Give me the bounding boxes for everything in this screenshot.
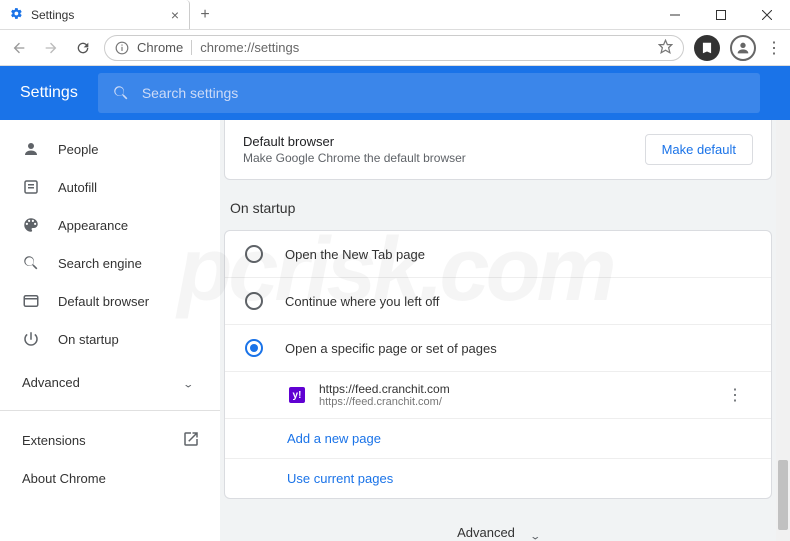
- sidebar-advanced[interactable]: Advanced ⌃: [0, 366, 220, 404]
- address-bar: Chrome chrome://settings ⋮: [0, 30, 790, 66]
- reload-button[interactable]: [72, 40, 94, 56]
- window-controls: [652, 0, 790, 29]
- sidebar-item-people[interactable]: People: [0, 130, 220, 168]
- external-link-icon: [182, 430, 200, 451]
- sidebar-item-label: Appearance: [58, 218, 220, 233]
- url-text: chrome://settings: [200, 40, 299, 55]
- use-current-pages-link[interactable]: Use current pages: [225, 459, 771, 498]
- startup-option-newtab[interactable]: Open the New Tab page: [225, 231, 771, 278]
- forward-button[interactable]: [40, 40, 62, 56]
- advanced-label: Advanced: [457, 525, 515, 540]
- more-options-icon[interactable]: ⋮: [727, 385, 743, 405]
- sidebar-item-label: Search engine: [58, 256, 220, 271]
- sidebar-item-autofill[interactable]: Autofill: [0, 168, 220, 206]
- extension-icon[interactable]: [694, 35, 720, 61]
- sidebar-item-label: Autofill: [58, 180, 220, 195]
- window-titlebar: Settings × +: [0, 0, 790, 30]
- bookmark-star-icon[interactable]: [658, 39, 673, 57]
- search-icon: [22, 254, 40, 272]
- sidebar-item-label: Default browser: [58, 294, 220, 309]
- option-label: Open a specific page or set of pages: [285, 341, 497, 356]
- chevron-down-icon: ⌃: [182, 377, 194, 388]
- sidebar-item-label: Extensions: [22, 433, 164, 448]
- sidebar-item-label: People: [58, 142, 220, 157]
- startup-option-specific[interactable]: Open a specific page or set of pages: [225, 325, 771, 372]
- sidebar-item-label: Advanced: [22, 375, 166, 390]
- site-info-icon: [115, 41, 129, 55]
- browser-menu-icon[interactable]: ⋮: [766, 38, 782, 58]
- close-window-button[interactable]: [744, 0, 790, 29]
- autofill-icon: [22, 178, 40, 196]
- scrollbar-thumb[interactable]: [778, 460, 788, 530]
- default-browser-card: Default browser Make Google Chrome the d…: [224, 120, 772, 180]
- settings-sidebar: People Autofill Appearance Search engine…: [0, 120, 220, 541]
- gear-icon: [10, 7, 23, 23]
- search-placeholder: Search settings: [142, 85, 239, 101]
- advanced-footer[interactable]: Advanced ⌃: [224, 525, 772, 540]
- make-default-button[interactable]: Make default: [645, 134, 753, 165]
- settings-header: Settings Search settings: [0, 66, 790, 120]
- radio-icon: [245, 245, 263, 263]
- startup-page-entry: y! https://feed.cranchit.com https://fee…: [225, 372, 771, 419]
- settings-main: Default browser Make Google Chrome the d…: [220, 120, 790, 541]
- close-tab-icon[interactable]: ×: [171, 7, 179, 23]
- radio-icon: [245, 292, 263, 310]
- sidebar-about-chrome[interactable]: About Chrome: [0, 459, 220, 497]
- sidebar-item-appearance[interactable]: Appearance: [0, 206, 220, 244]
- default-browser-sub: Make Google Chrome the default browser: [243, 151, 466, 165]
- option-label: Continue where you left off: [285, 294, 439, 309]
- browser-tab[interactable]: Settings ×: [0, 0, 190, 29]
- chevron-down-icon: ⌃: [529, 529, 541, 540]
- option-label: Open the New Tab page: [285, 247, 425, 262]
- search-icon: [112, 84, 130, 102]
- favicon-icon: y!: [289, 387, 305, 403]
- power-icon: [22, 330, 40, 348]
- sidebar-extensions[interactable]: Extensions: [0, 421, 220, 459]
- profile-icon[interactable]: [730, 35, 756, 61]
- startup-option-continue[interactable]: Continue where you left off: [225, 278, 771, 325]
- add-new-page-link[interactable]: Add a new page: [225, 419, 771, 459]
- person-icon: [22, 140, 40, 158]
- new-tab-button[interactable]: +: [190, 0, 220, 29]
- divider: [0, 410, 220, 411]
- sidebar-item-default-browser[interactable]: Default browser: [0, 282, 220, 320]
- sidebar-item-label: About Chrome: [22, 471, 220, 486]
- sidebar-item-search-engine[interactable]: Search engine: [0, 244, 220, 282]
- maximize-button[interactable]: [698, 0, 744, 29]
- radio-selected-icon: [245, 339, 263, 357]
- on-startup-card: Open the New Tab page Continue where you…: [224, 230, 772, 499]
- minimize-button[interactable]: [652, 0, 698, 29]
- browser-icon: [22, 292, 40, 310]
- back-button[interactable]: [8, 40, 30, 56]
- tab-title: Settings: [31, 8, 74, 22]
- search-settings-input[interactable]: Search settings: [98, 73, 760, 113]
- url-field[interactable]: Chrome chrome://settings: [104, 35, 684, 61]
- sidebar-item-on-startup[interactable]: On startup: [0, 320, 220, 358]
- default-browser-heading: Default browser: [243, 134, 466, 149]
- startup-page-title: https://feed.cranchit.com: [319, 382, 450, 396]
- on-startup-heading: On startup: [230, 200, 772, 216]
- settings-title: Settings: [20, 84, 78, 102]
- startup-page-url: https://feed.cranchit.com/: [319, 396, 450, 408]
- sidebar-item-label: On startup: [58, 332, 220, 347]
- palette-icon: [22, 216, 40, 234]
- scrollbar[interactable]: [776, 120, 790, 541]
- url-scheme: Chrome: [137, 40, 192, 55]
